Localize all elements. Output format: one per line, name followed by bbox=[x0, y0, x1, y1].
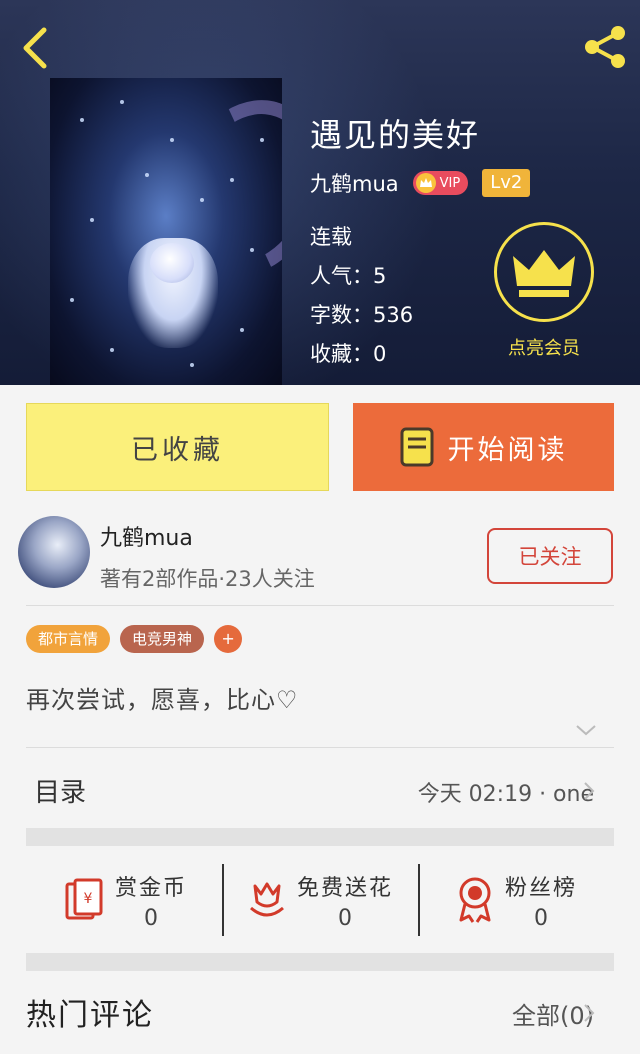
reward-fans-label: 粉丝榜 bbox=[504, 875, 577, 901]
red-envelope-icon: ¥ bbox=[65, 878, 103, 920]
reward-row: ¥ 赏金币 0 免费送花 0 粉丝榜 0 bbox=[26, 864, 614, 936]
share-icon bbox=[585, 26, 625, 68]
status-text: 连载 bbox=[310, 225, 352, 249]
toc-title[interactable]: 目录 bbox=[34, 772, 86, 809]
reward-fans-count: 0 bbox=[533, 905, 548, 931]
member-label: 点亮会员 bbox=[508, 338, 580, 359]
crown-icon bbox=[415, 173, 436, 193]
avatar[interactable] bbox=[18, 516, 90, 588]
reward-coins[interactable]: ¥ 赏金币 0 bbox=[26, 864, 222, 936]
expand-button[interactable] bbox=[574, 722, 598, 738]
reward-coins-label: 赏金币 bbox=[114, 875, 187, 901]
reward-fans[interactable]: 粉丝榜 0 bbox=[418, 864, 614, 936]
collected-button[interactable]: 已收藏 bbox=[26, 403, 329, 491]
author-card-meta: 著有2部作品·23人关注 bbox=[100, 567, 315, 591]
tag-list: 都市言情 电竞男神 + bbox=[26, 625, 243, 653]
book-description: 再次尝试，愿喜，比心♡ bbox=[26, 686, 299, 714]
medal-icon bbox=[459, 877, 491, 923]
hot-comments-title: 热门评论 bbox=[26, 998, 154, 1033]
vip-label: VIP bbox=[439, 175, 461, 191]
author-card-name[interactable]: 九鹤mua bbox=[100, 520, 193, 552]
start-reading-label: 开始阅读 bbox=[447, 434, 568, 466]
word-count-text: 字数：536 bbox=[310, 303, 414, 327]
follow-button[interactable]: 已关注 bbox=[487, 528, 613, 584]
chevron-left-icon bbox=[23, 27, 47, 69]
divider bbox=[26, 605, 614, 606]
tag-esports[interactable]: 电竞男神 bbox=[120, 625, 205, 653]
divider bbox=[26, 747, 614, 748]
author-row: 九鹤mua VIP Lv2 bbox=[310, 168, 531, 198]
crown-icon bbox=[513, 250, 575, 297]
chevron-right-icon[interactable] bbox=[582, 780, 596, 802]
toc-latest-chapter[interactable]: 今天 02:19 · one bbox=[418, 776, 594, 808]
back-button[interactable] bbox=[16, 24, 56, 72]
add-tag-button[interactable]: + bbox=[214, 625, 243, 653]
share-button[interactable] bbox=[580, 22, 630, 72]
book-header: 遇见的美好 九鹤mua VIP Lv2 连载 人气：5 字数：536 收藏：0 … bbox=[0, 0, 640, 385]
svg-text:¥: ¥ bbox=[84, 891, 93, 907]
section-separator bbox=[26, 828, 614, 846]
favorites-text: 收藏：0 bbox=[310, 342, 387, 366]
popularity-text: 人气：5 bbox=[310, 264, 387, 288]
book-cover[interactable] bbox=[50, 78, 282, 385]
reward-flowers[interactable]: 免费送花 0 bbox=[222, 864, 418, 936]
vip-badge: VIP bbox=[412, 171, 469, 195]
flower-icon bbox=[249, 882, 284, 917]
reward-flowers-count: 0 bbox=[337, 905, 352, 931]
chevron-down-icon bbox=[576, 725, 596, 736]
level-badge: Lv2 bbox=[482, 169, 531, 197]
chevron-right-icon[interactable] bbox=[582, 1002, 596, 1024]
author-name[interactable]: 九鹤mua bbox=[310, 168, 399, 198]
book-title: 遇见的美好 bbox=[310, 116, 481, 154]
book-icon bbox=[400, 427, 433, 467]
member-circle bbox=[494, 222, 594, 322]
reward-flowers-label: 免费送花 bbox=[296, 875, 393, 901]
section-separator bbox=[26, 953, 614, 971]
book-stats: 连载 人气：5 字数：536 收藏：0 bbox=[310, 218, 413, 374]
tag-urban-romance[interactable]: 都市言情 bbox=[26, 625, 111, 653]
reward-coins-count: 0 bbox=[143, 905, 158, 931]
start-reading-button[interactable]: 开始阅读 bbox=[353, 403, 614, 491]
member-button[interactable]: 点亮会员 bbox=[494, 222, 594, 360]
